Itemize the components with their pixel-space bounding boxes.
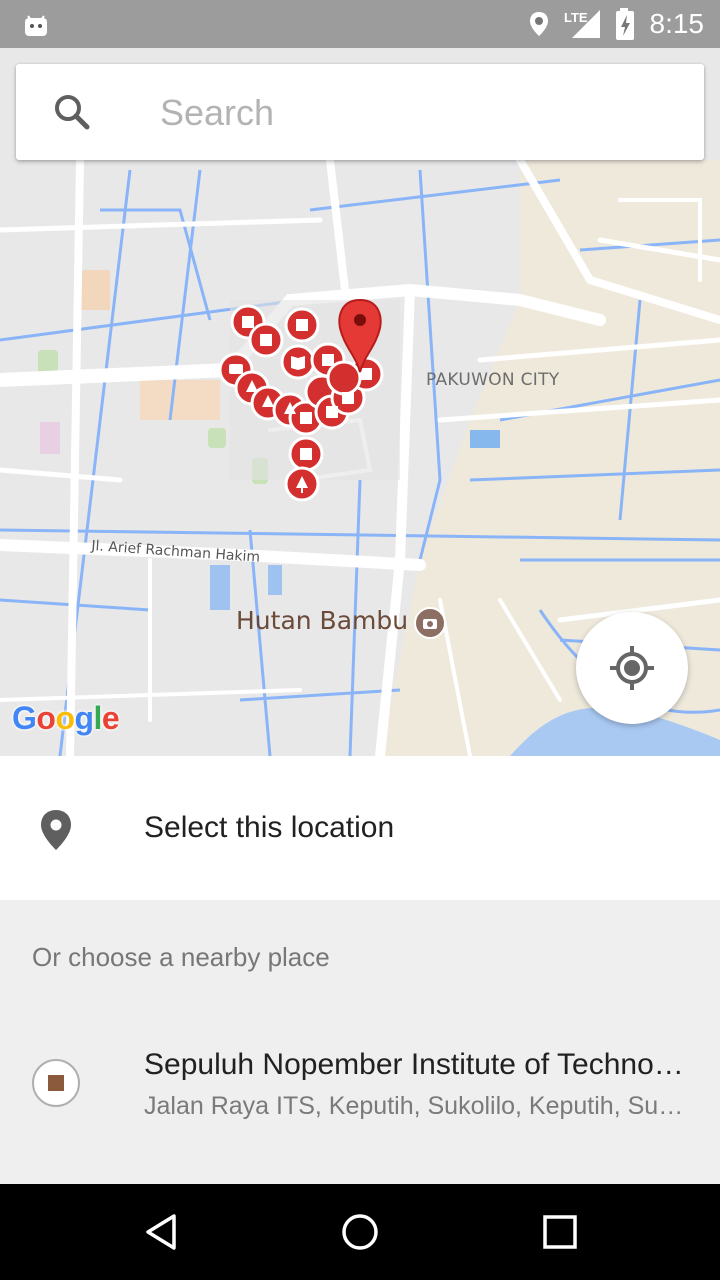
place-name: Sepuluh Nopember Institute of Technology bbox=[144, 1048, 689, 1081]
nearby-place-item[interactable]: Sepuluh Nopember Institute of Technology… bbox=[0, 1028, 720, 1138]
search-input[interactable]: Search bbox=[160, 92, 274, 134]
nearby-places-section: Or choose a nearby place Sepuluh Nopembe… bbox=[0, 900, 720, 1184]
my-location-icon bbox=[610, 646, 654, 690]
navigation-bar bbox=[0, 1184, 720, 1280]
signal-icon bbox=[572, 10, 600, 38]
google-logo-letter: g bbox=[74, 700, 94, 736]
search-bar[interactable]: Search bbox=[16, 64, 704, 160]
search-icon[interactable] bbox=[52, 92, 92, 132]
google-logo-letter: o bbox=[36, 700, 56, 736]
camera-icon[interactable] bbox=[414, 607, 446, 639]
place-icon bbox=[41, 810, 71, 850]
google-logo-letter: l bbox=[93, 700, 103, 736]
location-icon bbox=[530, 12, 548, 36]
battery-charging-icon bbox=[616, 8, 634, 40]
select-location-row[interactable]: Select this location bbox=[0, 756, 720, 900]
back-icon[interactable] bbox=[138, 1208, 186, 1256]
google-logo: Google bbox=[12, 700, 120, 737]
recents-icon[interactable] bbox=[536, 1208, 584, 1256]
place-address: Jalan Raya ITS, Keputih, Sukolilo, Keput… bbox=[144, 1092, 684, 1120]
home-icon[interactable] bbox=[336, 1208, 384, 1256]
status-time: 8:15 bbox=[649, 8, 705, 39]
map-label-poi[interactable]: Hutan Bambu bbox=[236, 606, 408, 635]
google-logo-letter: G bbox=[12, 700, 37, 736]
map-label-district: PAKUWON CITY bbox=[426, 370, 560, 390]
android-icon bbox=[25, 15, 47, 36]
nearby-header: Or choose a nearby place bbox=[32, 942, 330, 972]
my-location-button[interactable] bbox=[576, 612, 688, 724]
select-location-label: Select this location bbox=[144, 811, 395, 844]
google-logo-letter: o bbox=[55, 700, 75, 736]
university-icon bbox=[32, 1059, 80, 1107]
google-logo-letter: e bbox=[101, 700, 120, 736]
status-bar: LTE 8:15 bbox=[0, 0, 720, 48]
